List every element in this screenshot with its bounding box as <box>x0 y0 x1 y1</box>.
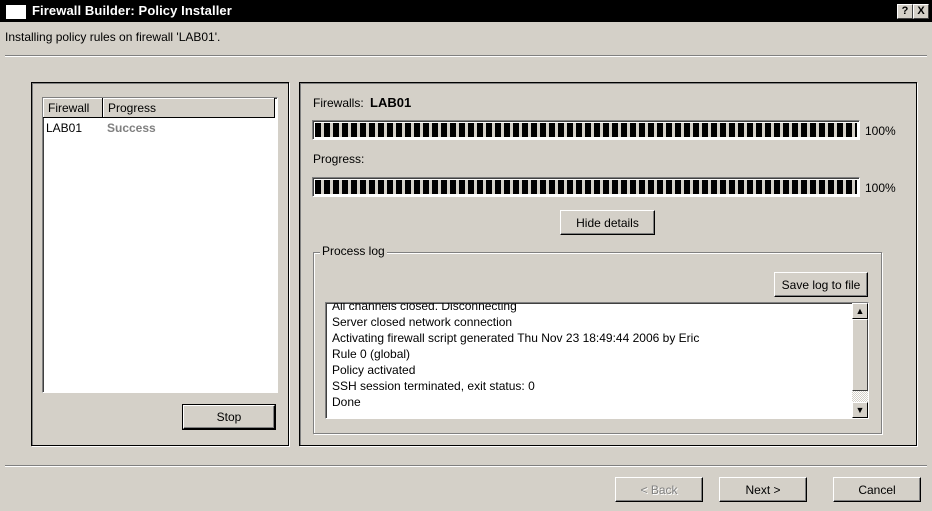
log-line: Activating firewall script generated Thu… <box>332 331 700 345</box>
close-button[interactable]: X <box>913 4 929 19</box>
hide-details-button[interactable]: Hide details <box>560 210 655 235</box>
back-button[interactable]: < Back <box>615 477 703 502</box>
process-log-text[interactable]: All channels closed. Disconnecting Serve… <box>325 302 869 419</box>
log-line: Rule 0 (global) <box>332 347 411 361</box>
list-item-firewall[interactable]: LAB01 <box>46 121 82 135</box>
log-line: All channels closed. Disconnecting <box>332 302 517 313</box>
log-line: SSH session terminated, exit status: 0 <box>332 379 535 393</box>
column-header-progress[interactable]: Progress <box>103 98 275 118</box>
log-line: Policy activated <box>332 363 416 377</box>
current-firewall-name: LAB01 <box>370 95 412 110</box>
firewalls-progress-fill <box>315 123 857 137</box>
overall-progress-percent: 100% <box>865 181 896 195</box>
log-line: Done <box>332 395 361 409</box>
window-title: Firewall Builder: Policy Installer <box>32 3 232 18</box>
firewalls-progress-bar <box>312 120 860 140</box>
process-log-title: Process log <box>320 244 387 258</box>
help-button[interactable]: ? <box>897 4 913 19</box>
title-bar[interactable]: Firewall Builder: Policy Installer ? X <box>0 0 932 22</box>
scroll-up-icon[interactable]: ▲ <box>852 303 868 319</box>
log-lines: All channels closed. Disconnecting Serve… <box>332 302 700 410</box>
overall-progress-fill <box>315 180 857 194</box>
next-button[interactable]: Next > <box>719 477 807 502</box>
firewall-list[interactable]: Firewall Progress LAB01 Success <box>42 97 278 393</box>
app-icon <box>6 5 26 19</box>
column-header-firewall[interactable]: Firewall <box>43 98 103 118</box>
firewalls-label: Firewalls: <box>313 96 364 110</box>
save-log-button[interactable]: Save log to file <box>774 272 868 297</box>
log-line: Server closed network connection <box>332 315 513 329</box>
stop-button[interactable]: Stop <box>182 404 276 430</box>
firewalls-progress-percent: 100% <box>865 124 896 138</box>
scroll-thumb[interactable] <box>852 319 868 391</box>
cancel-button[interactable]: Cancel <box>833 477 921 502</box>
log-scrollbar[interactable]: ▲ ▼ <box>852 303 868 418</box>
list-item-status: Success <box>107 121 156 135</box>
progress-label: Progress: <box>313 152 365 166</box>
status-subtitle: Installing policy rules on firewall 'LAB… <box>5 30 221 44</box>
scroll-down-icon[interactable]: ▼ <box>852 402 868 418</box>
overall-progress-bar <box>312 177 860 197</box>
